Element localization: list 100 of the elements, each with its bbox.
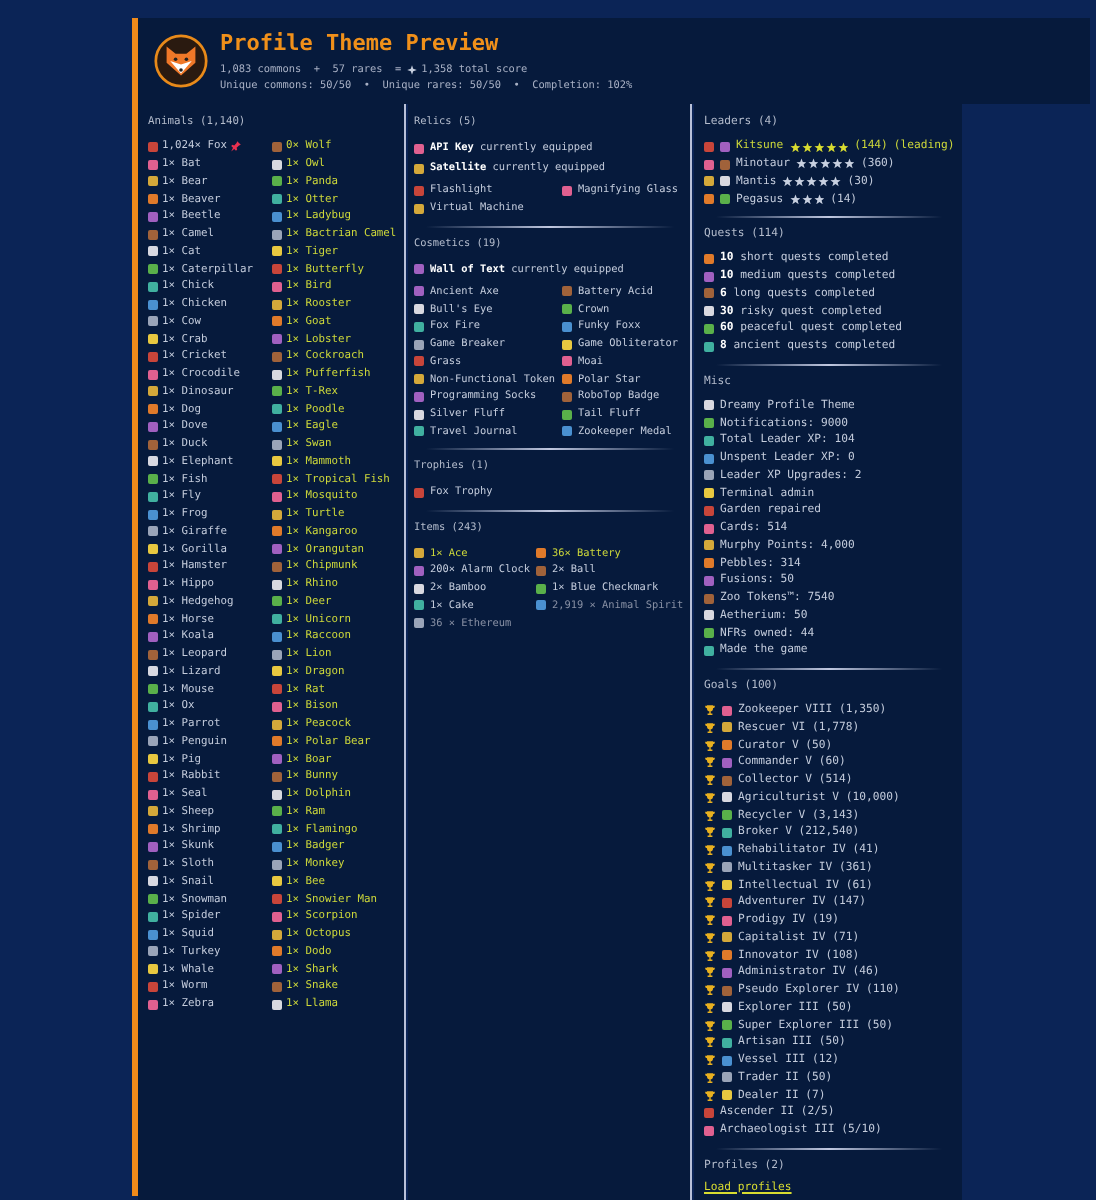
pin-icon (230, 140, 243, 153)
tile-icon (148, 141, 158, 152)
tile-icon (722, 722, 732, 733)
tile-icon (414, 391, 424, 402)
tile-icon (148, 789, 158, 800)
tile-icon (148, 631, 158, 642)
tile-icon (704, 253, 714, 264)
tile-icon (562, 339, 572, 350)
tile-icon (272, 719, 282, 730)
trophy-icon (704, 721, 716, 734)
tile-icon (148, 299, 158, 310)
tile-icon (722, 1090, 732, 1101)
tile-icon (704, 1125, 714, 1136)
tile-icon (704, 176, 714, 187)
tile-icon (720, 194, 730, 205)
trophy-icon (704, 914, 716, 927)
tile-icon (414, 583, 424, 594)
tile-icon (272, 841, 282, 852)
tile-icon (704, 400, 714, 411)
tile-icon (562, 185, 572, 196)
tile-icon (272, 859, 282, 870)
sparkle-icon (405, 64, 418, 76)
tile-icon (272, 771, 282, 782)
tile-icon (148, 754, 158, 765)
tile-icon (148, 369, 158, 380)
tile-icon (414, 286, 424, 297)
tile-icon (704, 488, 714, 499)
tile-icon (272, 824, 282, 835)
tile-icon (148, 894, 158, 905)
tile-icon (148, 701, 158, 712)
tile-icon (272, 964, 282, 975)
tile-icon (272, 316, 282, 327)
trophy-icon (704, 1054, 716, 1067)
tile-icon (272, 789, 282, 800)
tile-icon (722, 775, 732, 786)
tile-icon (704, 1107, 714, 1118)
tile-icon (722, 862, 732, 873)
tile-icon (272, 579, 282, 590)
tile-icon (148, 386, 158, 397)
trophy-icon (704, 1071, 716, 1084)
tile-icon (272, 876, 282, 887)
trophy-icon (704, 949, 716, 962)
tile-icon (148, 806, 158, 817)
tile-icon (272, 596, 282, 607)
tile-icon (562, 374, 572, 385)
tile-icon (272, 404, 282, 415)
tile-icon (148, 614, 158, 625)
tile-icon (272, 894, 282, 905)
tile-icon (272, 754, 282, 765)
tile-icon (272, 701, 282, 712)
tile-icon (414, 409, 424, 420)
tile-icon (148, 211, 158, 222)
tile-icon (272, 474, 282, 485)
tile-icon (148, 439, 158, 450)
tile-icon (414, 264, 424, 274)
tile-icon (704, 306, 714, 317)
tile-icon (414, 374, 424, 385)
tile-icon (704, 628, 714, 639)
tile-icon (414, 548, 424, 559)
tile-icon (720, 176, 730, 187)
tile-icon (148, 859, 158, 870)
tile-icon (704, 418, 714, 429)
tile-icon (414, 618, 424, 629)
tile-icon (272, 736, 282, 747)
tile-icon (148, 736, 158, 747)
tile-icon (414, 163, 424, 173)
tile-icon (414, 143, 424, 153)
tile-icon (148, 876, 158, 887)
trophy-icon (704, 756, 716, 769)
trophy-icon (704, 966, 716, 979)
tile-icon (722, 950, 732, 961)
tile-icon (536, 600, 546, 611)
trophy-icon (704, 1036, 716, 1049)
tile-icon (272, 946, 282, 957)
tile-icon (704, 341, 714, 352)
tile-icon (704, 453, 714, 464)
tile-icon (272, 999, 282, 1010)
tile-icon (148, 684, 158, 695)
tile-icon (148, 229, 158, 240)
tile-icon (704, 505, 714, 516)
tile-icon (414, 185, 424, 196)
tile-icon (148, 421, 158, 432)
tile-icon (704, 141, 714, 152)
tile-icon (272, 614, 282, 625)
tile-icon (272, 159, 282, 170)
tile-icon (722, 740, 732, 751)
trophy-icon (704, 774, 716, 787)
tile-icon (272, 211, 282, 222)
trophy-icon (704, 984, 716, 997)
tile-icon (148, 579, 158, 590)
tile-icon (414, 339, 424, 350)
tile-icon (148, 509, 158, 520)
tile-icon (414, 426, 424, 437)
tile-icon (272, 526, 282, 537)
tile-icon (148, 474, 158, 485)
tile-icon (272, 194, 282, 205)
tile-icon (722, 1072, 732, 1083)
tile-icon (704, 593, 714, 604)
trophy-icon (704, 704, 716, 717)
tile-icon (272, 544, 282, 555)
